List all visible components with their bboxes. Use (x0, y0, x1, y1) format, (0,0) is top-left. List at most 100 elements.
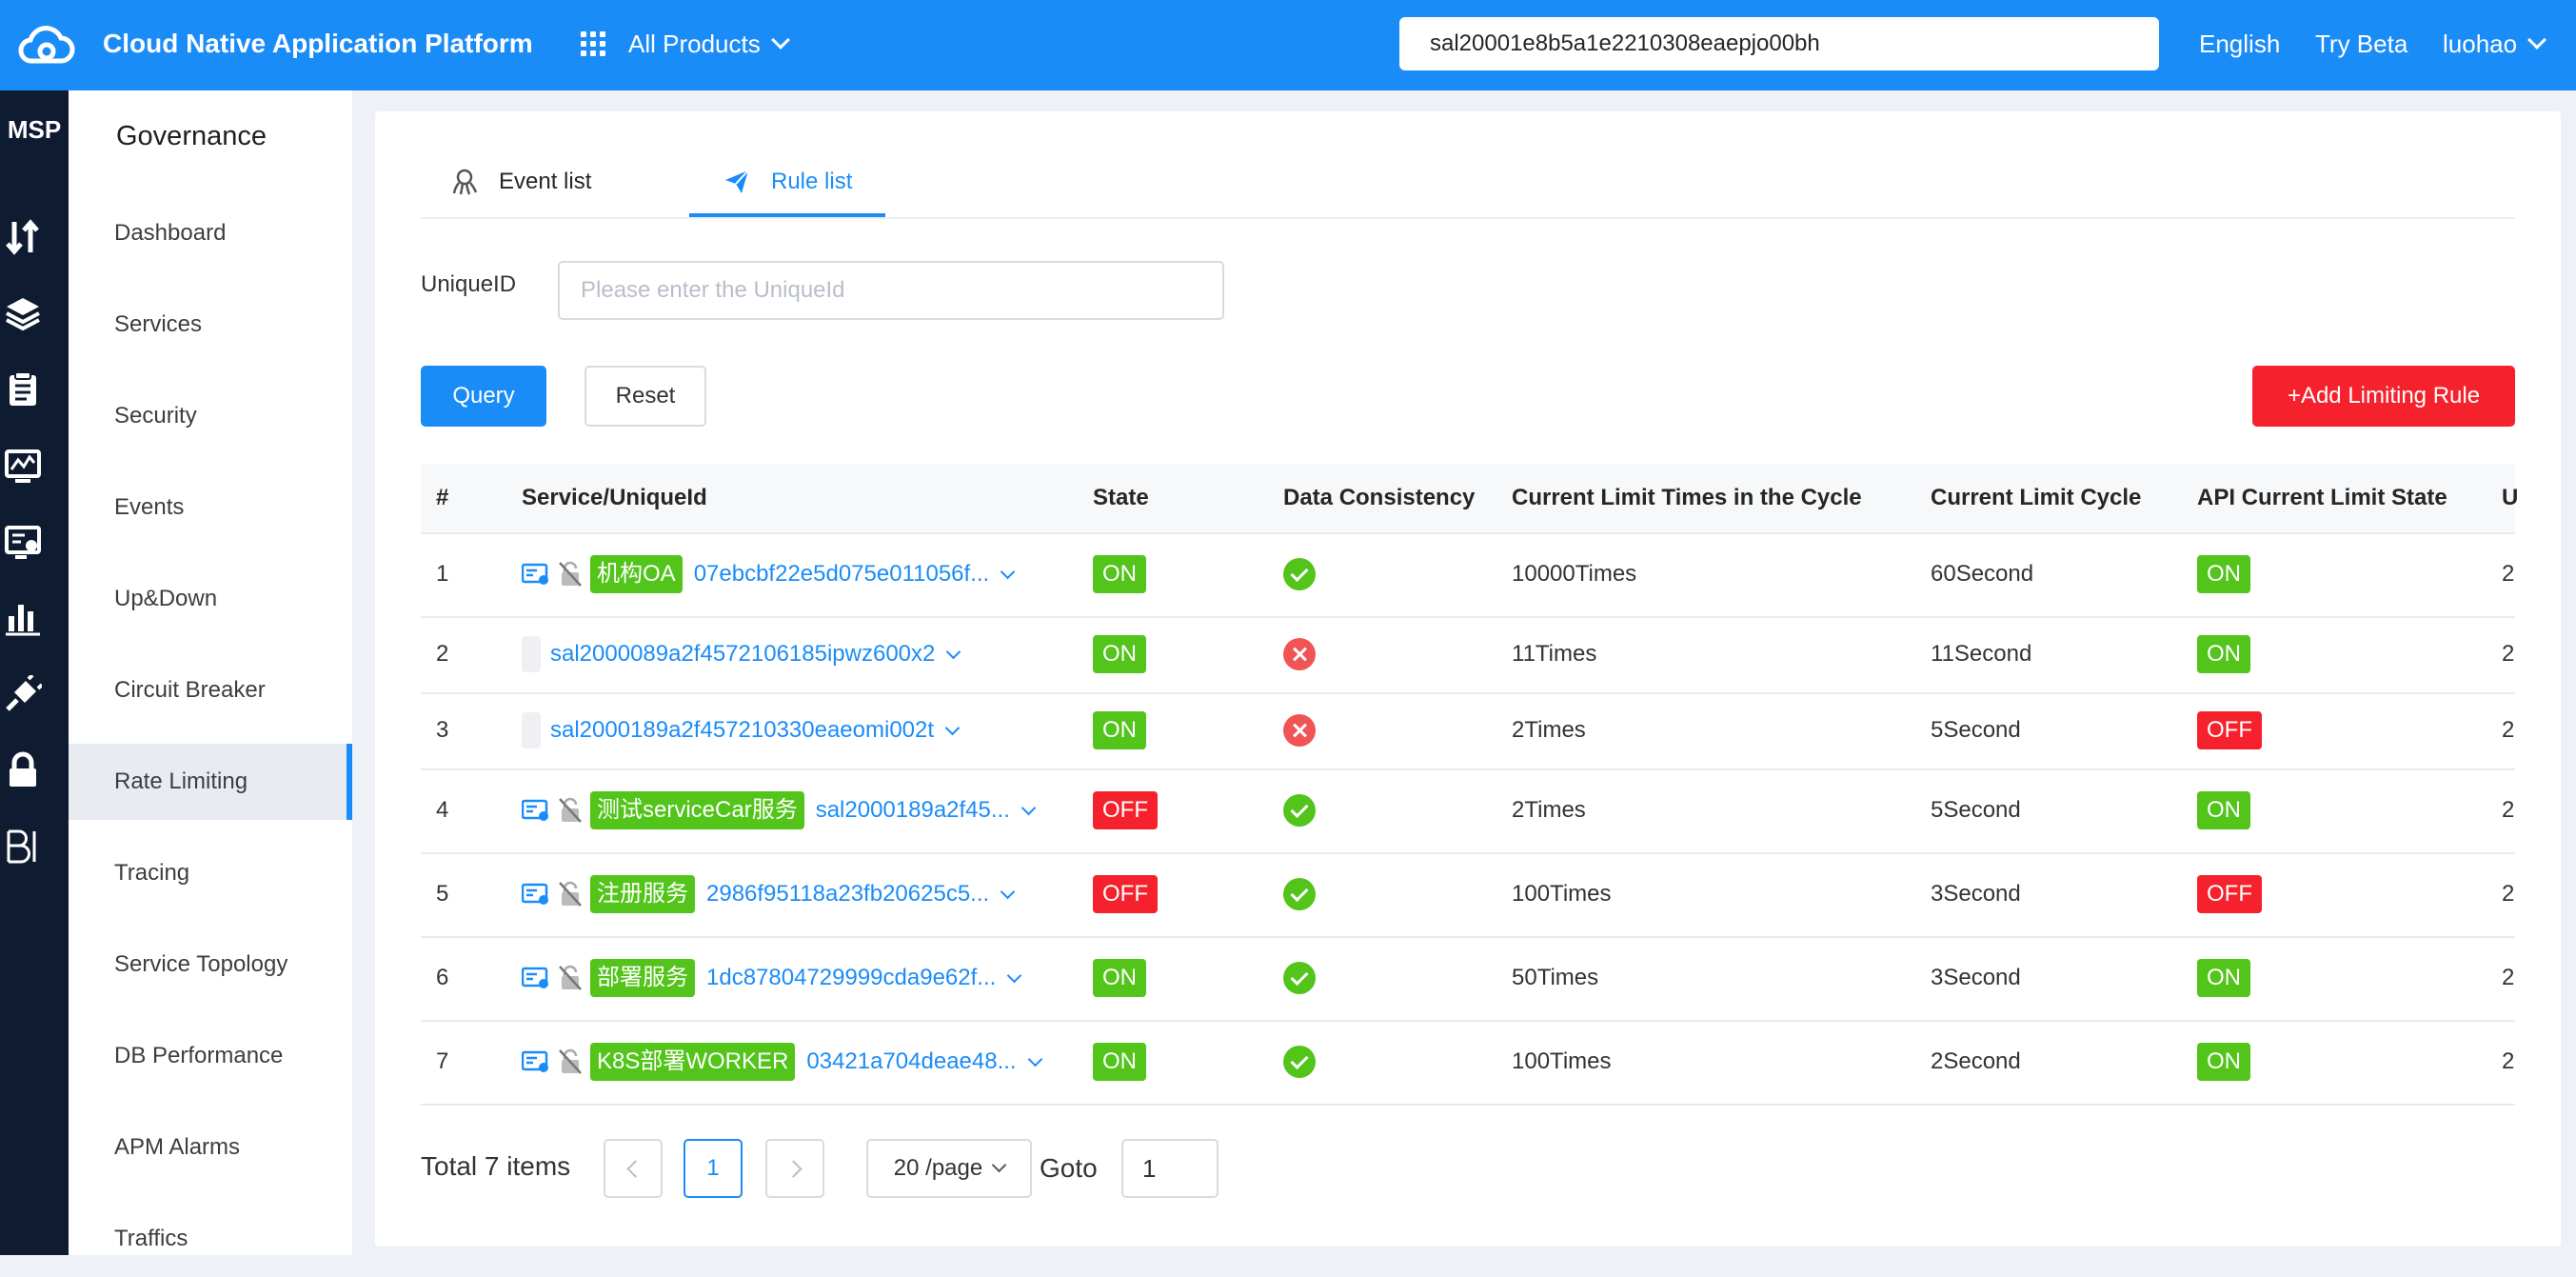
menu-item-events[interactable]: Events (69, 469, 352, 546)
row-index: 1 (436, 561, 449, 587)
state-cell: ON (1093, 1020, 1146, 1104)
state-cell: OFF (1093, 852, 1158, 936)
row-index: 7 (436, 1048, 449, 1074)
page-number[interactable]: 1 (684, 1139, 743, 1198)
try-beta-link[interactable]: Try Beta (2315, 27, 2408, 61)
table-row[interactable]: 3 sal2000189a2f457210330eaeomi002t ON 2Time… (421, 692, 2515, 770)
menu-item-service-topology[interactable]: Service Topology (69, 927, 352, 1003)
table-row[interactable]: 2 sal2000089a2f4572106185ipwz600x2 ON 11Tim… (421, 616, 2515, 694)
unlock-disabled-icon (559, 561, 582, 587)
row-index: 6 (436, 965, 449, 990)
limit-cycle-cell: 3Second (1931, 965, 2021, 990)
menu-item-apm-alarms[interactable]: APM Alarms (69, 1109, 352, 1186)
bi-icon[interactable] (4, 828, 42, 866)
chevron-down-icon[interactable] (946, 644, 961, 659)
next-page-button[interactable] (765, 1139, 824, 1198)
unique-id-link[interactable]: sal2000189a2f457210330eaeomi002t (550, 717, 934, 744)
chevron-down-icon (2527, 30, 2546, 50)
add-limiting-rule-button[interactable]: +Add Limiting Rule (2252, 366, 2515, 427)
menu-item-circuit-breaker[interactable]: Circuit Breaker (69, 652, 352, 728)
reset-button[interactable]: Reset (585, 366, 706, 427)
table-row[interactable]: 6 部署服务 1dc87804729999cda9e62f... ON 50Times 3… (421, 936, 2515, 1022)
row-index: 4 (436, 797, 449, 823)
table-row[interactable]: 5 注册服务 2986f95118a23fb20625c5... OFF 100Time… (421, 852, 2515, 938)
table-row[interactable]: 7 K8S部署WORKER 03421a704deae48... ON 100Times… (421, 1020, 2515, 1106)
bar-chart-icon[interactable] (4, 599, 42, 637)
unique-id-link[interactable]: 1dc87804729999cda9e62f... (706, 965, 996, 991)
tabs-divider (421, 217, 2515, 219)
unique-id-link[interactable]: sal2000189a2f45... (816, 797, 1010, 824)
service-id-icon (522, 967, 548, 988)
truncated-cell: 2 (2502, 881, 2515, 907)
api-limit-state-cell: ON (2197, 936, 2250, 1020)
monitor-user-icon[interactable] (4, 523, 42, 561)
query-button[interactable]: Query (421, 366, 546, 427)
limit-cycle-cell: 5Second (1931, 797, 2021, 823)
chevron-down-icon[interactable] (1000, 884, 1016, 899)
chevron-down-icon[interactable] (944, 720, 961, 735)
uniqueid-input[interactable] (558, 261, 1224, 320)
menu-title: Governance (116, 121, 267, 151)
app-title[interactable]: Cloud Native Application Platform (103, 27, 533, 61)
unique-id-link[interactable]: sal2000089a2f4572106185ipwz600x2 (550, 641, 935, 668)
all-products-menu[interactable]: All Products (581, 27, 790, 61)
up-down-icon[interactable] (4, 218, 42, 256)
unique-id-link[interactable]: 03421a704deae48... (806, 1048, 1016, 1075)
check-circle-icon (1283, 794, 1316, 827)
api-state-badge: ON (2197, 555, 2250, 593)
data-consistency-cell (1283, 616, 1316, 692)
chevron-down-icon[interactable] (1020, 800, 1037, 815)
unique-id-link[interactable]: 07ebcbf22e5d075e011056f... (694, 561, 990, 588)
service-name-tag: 部署服务 (590, 959, 695, 997)
uniqueid-label: UniqueID (421, 271, 517, 297)
menu-item-up-down[interactable]: Up&Down (69, 561, 352, 637)
unlock-disabled-icon (559, 1048, 582, 1074)
table-row[interactable]: 1 机构OA 07ebcbf22e5d075e011056f... ON 10000Ti… (421, 532, 2515, 618)
goto-page-input[interactable] (1121, 1139, 1219, 1198)
tab-rule-list[interactable]: Rule list (723, 169, 852, 220)
truncated-cell: 2 (2502, 717, 2515, 743)
clipboard-icon[interactable] (4, 370, 42, 409)
menu-item-db-performance[interactable]: DB Performance (69, 1018, 352, 1094)
limit-times-cell: 11Times (1512, 641, 1597, 667)
table-row[interactable]: 4 测试serviceCar服务 sal2000189a2f45... OFF 2Tim… (421, 768, 2515, 854)
limit-cycle-cell: 60Second (1931, 561, 2034, 587)
prev-page-button[interactable] (604, 1139, 663, 1198)
row-index: 2 (436, 641, 449, 667)
truncated-cell: 2 (2502, 641, 2515, 667)
tab-event-list[interactable]: Event list (451, 169, 591, 220)
tenant-id-field[interactable] (1399, 17, 2159, 70)
cloud-logo-icon[interactable] (17, 23, 76, 67)
layers-icon[interactable] (4, 294, 42, 332)
column-header: Data Consistency (1283, 485, 1476, 510)
lock-icon[interactable] (4, 751, 42, 789)
api-limit-state-cell: ON (2197, 1020, 2250, 1104)
monitor-chart-icon[interactable] (4, 447, 42, 485)
menu-item-traffics[interactable]: Traffics (69, 1201, 352, 1277)
menu-item-services[interactable]: Services (69, 287, 352, 363)
paper-plane-icon (725, 170, 749, 193)
menu-item-dashboard[interactable]: Dashboard (69, 195, 352, 271)
octopus-icon (452, 169, 478, 195)
menu-item-tracing[interactable]: Tracing (69, 835, 352, 911)
chevron-down-icon[interactable] (1000, 564, 1016, 579)
limit-times-cell: 50Times (1512, 965, 1599, 990)
unique-id-link[interactable]: 2986f95118a23fb20625c5... (706, 881, 989, 908)
menu-item-rate-limiting[interactable]: Rate Limiting (69, 744, 352, 820)
plug-icon[interactable] (4, 675, 42, 713)
state-badge: ON (1093, 711, 1146, 749)
chevron-down-icon[interactable] (1027, 1051, 1042, 1067)
chevron-down-icon[interactable] (1007, 968, 1022, 983)
tab-event-list-label: Event list (499, 169, 592, 194)
service-unique-id-cell: sal2000189a2f457210330eaeomi002t (522, 692, 961, 768)
language-switch[interactable]: English (2199, 27, 2280, 61)
column-header: Current Limit Cycle (1931, 485, 2142, 510)
service-id-icon (522, 563, 548, 585)
service-id-icon (522, 883, 548, 905)
menu-item-security[interactable]: Security (69, 378, 352, 454)
api-state-badge: ON (2197, 1043, 2250, 1081)
empty-badge (522, 636, 541, 672)
page-size-select[interactable]: 20 /page (866, 1139, 1032, 1198)
user-menu[interactable]: luohao (2443, 27, 2546, 61)
limit-times-cell: 100Times (1512, 1048, 1612, 1074)
